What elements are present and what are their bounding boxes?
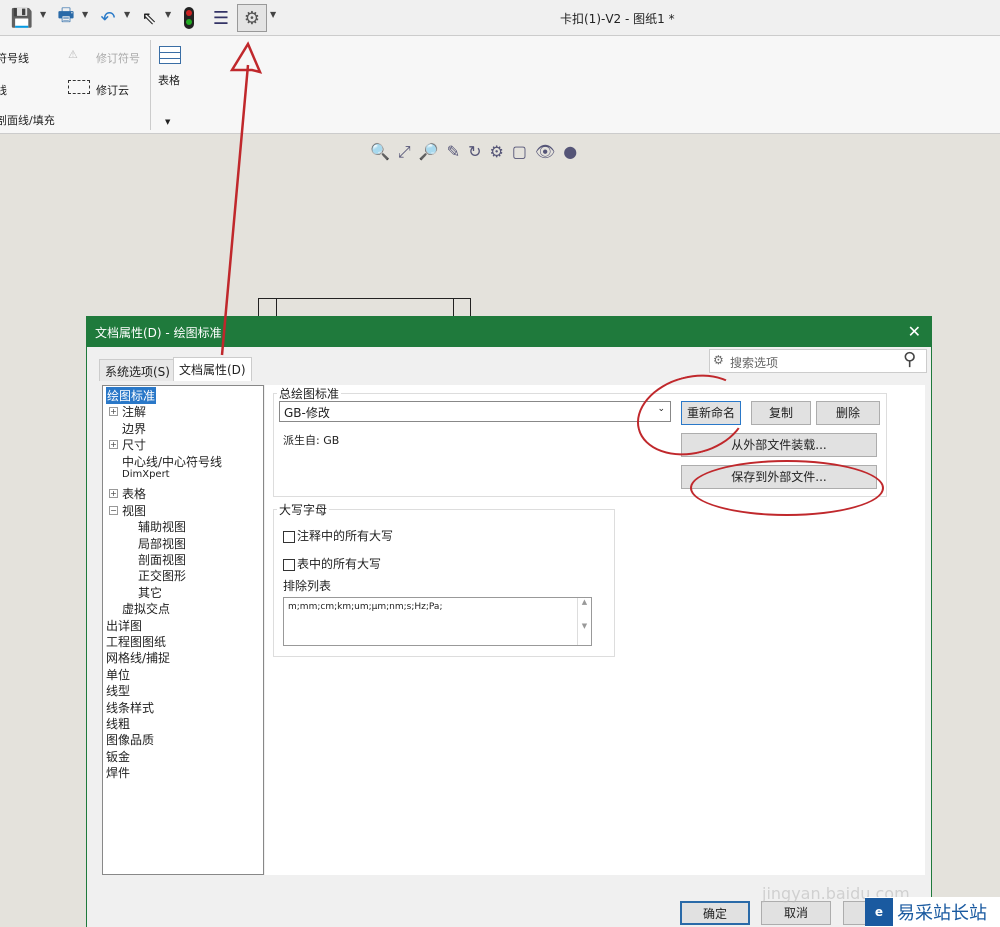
derived-from-text: 派生自: GB xyxy=(283,434,340,447)
tree-item[interactable]: 表格 xyxy=(122,485,146,502)
window-title: 卡扣(1)-V2 - 图纸1 * xyxy=(560,12,675,26)
chevron-down-icon[interactable]: ▼ xyxy=(82,10,88,19)
copy-button[interactable]: 复制 xyxy=(751,401,811,425)
tree-item[interactable]: 钣金 xyxy=(106,748,130,765)
logo-icon: e xyxy=(865,898,893,926)
expand-icon[interactable]: + xyxy=(109,489,118,499)
settings-panel: 总绘图标准 GB-修改 ⌄ 派生自: GB 重新命名 复制 删除 从外部文件装载.… xyxy=(265,385,925,875)
pan-icon[interactable]: ✎ xyxy=(447,142,460,162)
tree-item[interactable]: 焊件 xyxy=(106,764,130,781)
zoom-to-fit-icon[interactable]: 🔍 xyxy=(370,142,390,162)
ribbon-hatch-button[interactable]: 剖面线/填充 xyxy=(0,112,55,128)
exclude-list-label: 排除列表 xyxy=(283,579,332,593)
file-properties-icon[interactable]: ☰ xyxy=(208,4,234,32)
tree-item[interactable]: 剖面视图 xyxy=(138,551,186,568)
tree-item[interactable]: 虚拟交点 xyxy=(122,600,170,617)
tree-item[interactable]: 单位 xyxy=(106,666,130,683)
close-icon[interactable]: ✕ xyxy=(908,322,921,341)
uppercase-label: 大写字母 xyxy=(277,501,330,518)
gear-icon: ⚙ xyxy=(713,353,724,367)
zoom-area-icon[interactable]: ⤢ xyxy=(398,142,411,162)
delete-button[interactable]: 删除 xyxy=(816,401,880,425)
save-icon[interactable]: 💾 xyxy=(8,4,36,32)
search-icon[interactable]: ⚲ xyxy=(903,349,916,370)
chevron-down-icon[interactable]: ▼ xyxy=(124,10,130,19)
overall-standard-label: 总绘图标准 xyxy=(277,385,342,402)
dialog-title: 文档属性(D) - 绘图标准 xyxy=(95,326,222,340)
tree-item[interactable]: 视图 xyxy=(122,502,146,519)
tree-item[interactable]: 其它 xyxy=(138,584,162,601)
revision-symbol-icon: ⚠ xyxy=(68,48,78,61)
tree-item[interactable]: 局部视图 xyxy=(138,535,186,552)
watermark-logo: e 易采站长站 xyxy=(865,897,1000,927)
watermark-text: 易采站长站 xyxy=(897,903,987,924)
rotate-icon[interactable]: ↻ xyxy=(468,142,481,162)
ribbon-divider xyxy=(150,40,151,130)
appearance-icon[interactable]: ● xyxy=(563,142,577,162)
zoom-in-out-icon[interactable]: 🔎 xyxy=(419,142,439,162)
scrollbar[interactable]: ▲ ▼ xyxy=(577,598,591,645)
tab-system-options[interactable]: 系统选项(S) xyxy=(99,359,176,381)
tree-item[interactable]: 网格线/捕捉 xyxy=(106,649,170,666)
expand-icon[interactable]: + xyxy=(109,440,118,450)
document-properties-dialog: 文档属性(D) - 绘图标准 ✕ 系统选项(S) 文档属性(D) ⚙ 搜索选项 ⚲… xyxy=(86,316,932,927)
select-icon[interactable]: ⇖ xyxy=(138,4,160,32)
standard-select[interactable]: GB-修改 ⌄ xyxy=(279,401,671,422)
tree-item[interactable]: 出详图 xyxy=(106,617,142,634)
tree-item[interactable]: 线粗 xyxy=(106,715,130,732)
chevron-down-icon[interactable]: ▼ xyxy=(165,10,171,19)
search-placeholder: 搜索选项 xyxy=(730,356,779,370)
tree-item[interactable]: 注解 xyxy=(122,403,146,420)
drawing-sheet-frame xyxy=(258,298,471,319)
uppercase-tables-checkbox[interactable]: 表中的所有大写 xyxy=(283,555,381,572)
cancel-button[interactable]: 取消 xyxy=(761,901,831,925)
exclude-list-textarea[interactable]: m;mm;cm;km;um;µm;nm;s;Hz;Pa; ▲ ▼ xyxy=(283,597,592,646)
tree-item[interactable]: 工程图图纸 xyxy=(106,633,166,650)
ribbon-revision-symbol-button[interactable]: 修订符号 xyxy=(96,50,140,66)
tree-item[interactable]: 绘图标准 xyxy=(106,387,157,404)
search-options-input[interactable]: ⚙ 搜索选项 xyxy=(709,349,927,373)
options-gear-icon[interactable]: ⚙ xyxy=(237,4,267,32)
options-tree: 绘图标准 + 注解 边界 + 尺寸 中心线/中心符号线 DimXpert + 表格 − 视图 辅助视图局… xyxy=(102,385,264,875)
tree-item[interactable]: 边界 xyxy=(122,420,146,437)
tree-item[interactable]: 辅助视图 xyxy=(138,518,186,535)
quick-access-toolbar: 💾 ▼ 🖶 ▼ ↶ ▼ ⇖ ▼ ☰ ⚙ ▼ 卡扣(1)-V2 - 图纸1 * xyxy=(0,0,1000,36)
tree-item[interactable]: 中心线/中心符号线 xyxy=(122,453,222,470)
chevron-down-icon[interactable]: ▼ xyxy=(270,10,276,19)
tree-item[interactable]: 线条样式 xyxy=(106,699,154,716)
display-style-icon[interactable]: ▢ xyxy=(512,142,527,162)
hide-show-icon[interactable]: 👁 xyxy=(535,142,555,162)
annotation-circle xyxy=(690,460,884,516)
tree-item[interactable]: 线型 xyxy=(106,682,130,699)
ribbon-line-button[interactable]: 线 xyxy=(0,82,7,98)
revision-cloud-icon xyxy=(68,80,90,94)
table-icon xyxy=(159,46,181,64)
print-icon[interactable]: 🖶 xyxy=(52,4,80,32)
chevron-down-icon[interactable]: ▼ xyxy=(40,10,46,19)
uppercase-notes-checkbox[interactable]: 注释中的所有大写 xyxy=(283,527,393,544)
exclude-list-value: m;mm;cm;km;um;µm;nm;s;Hz;Pa; xyxy=(288,602,443,612)
checkbox-label: 注释中的所有大写 xyxy=(297,529,394,543)
ribbon-centermark-button[interactable]: 符号线 xyxy=(0,50,29,66)
tab-document-properties[interactable]: 文档属性(D) xyxy=(173,357,252,381)
undo-icon[interactable]: ↶ xyxy=(94,4,122,32)
checkbox-label: 表中的所有大写 xyxy=(297,557,382,571)
view-settings-icon[interactable]: ⚙ xyxy=(489,142,503,162)
rebuild-icon[interactable] xyxy=(180,4,198,32)
tree-item[interactable]: 尺寸 xyxy=(122,436,146,453)
standard-select-value: GB-修改 xyxy=(284,406,330,420)
tree-item[interactable]: 正交图形 xyxy=(138,567,186,584)
ribbon-table-button[interactable]: 表格 xyxy=(158,72,180,88)
expand-icon[interactable]: − xyxy=(109,505,118,515)
ribbon: 符号线 线 剖面线/填充 ⚠ 修订符号 修订云 表格 ▼ xyxy=(0,36,1000,134)
annotation-arrow xyxy=(220,41,263,356)
view-toolbar: 🔍 ⤢ 🔎 ✎ ↻ ⚙ ▢ 👁 ● xyxy=(370,142,577,162)
ribbon-revision-cloud-button[interactable]: 修订云 xyxy=(96,82,129,98)
chevron-down-icon[interactable]: ▼ xyxy=(165,118,170,126)
tree-item[interactable]: 图像品质 xyxy=(106,731,154,748)
ok-button[interactable]: 确定 xyxy=(680,901,750,925)
tree-item[interactable]: DimXpert xyxy=(122,469,170,480)
expand-icon[interactable]: + xyxy=(109,407,118,417)
